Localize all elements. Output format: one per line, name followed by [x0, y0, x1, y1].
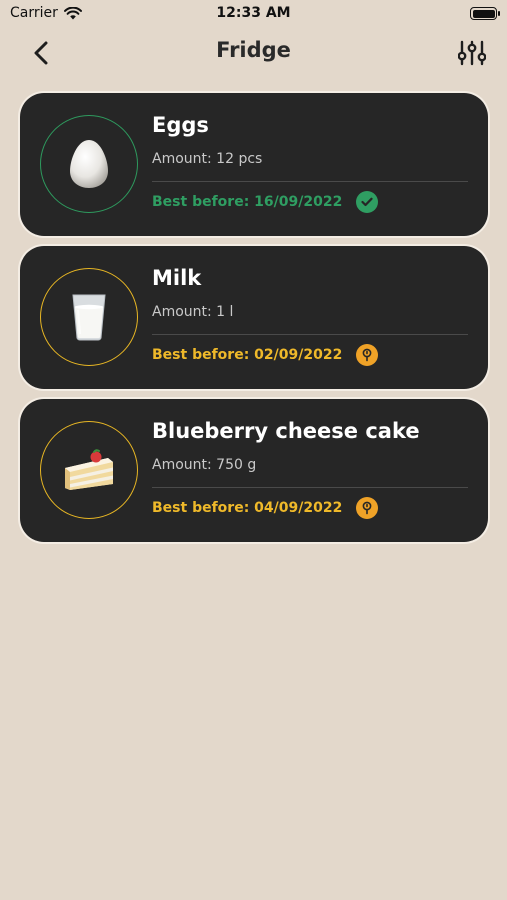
timer-icon — [356, 344, 379, 366]
item-amount: Amount: 12 pcs — [152, 151, 263, 167]
best-before-row: Best before: 02/09/2022 — [152, 344, 379, 366]
divider — [152, 334, 468, 335]
item-name: Blueberry cheese cake — [152, 419, 420, 443]
battery-icon — [470, 7, 500, 20]
fridge-item-list: Eggs Amount: 12 pcs Best before: 16/09/2… — [20, 93, 488, 552]
sliders-icon — [458, 40, 486, 66]
item-thumbnail — [40, 268, 138, 366]
best-before-label: Best before: 02/09/2022 — [152, 347, 343, 363]
best-before-row: Best before: 04/09/2022 — [152, 497, 379, 519]
fridge-item-card[interactable]: Blueberry cheese cake Amount: 750 g Best… — [20, 399, 488, 542]
checkmark-icon — [356, 191, 379, 213]
item-thumbnail — [40, 421, 138, 519]
divider — [152, 487, 468, 488]
fridge-item-card[interactable]: Eggs Amount: 12 pcs Best before: 16/09/2… — [20, 93, 488, 236]
egg-icon — [70, 140, 108, 188]
item-amount: Amount: 1 l — [152, 304, 234, 320]
status-bar: Carrier 12:33 AM — [0, 0, 507, 28]
filter-button[interactable] — [457, 38, 487, 68]
item-thumbnail — [40, 115, 138, 213]
item-amount: Amount: 750 g — [152, 457, 257, 473]
item-name: Eggs — [152, 113, 209, 137]
clock: 12:33 AM — [216, 5, 291, 21]
item-name: Milk — [152, 266, 202, 290]
nav-bar: Fridge — [0, 30, 507, 74]
timer-icon — [356, 497, 379, 519]
best-before-label: Best before: 04/09/2022 — [152, 500, 343, 516]
cake-slice-icon — [65, 449, 113, 490]
best-before-row: Best before: 16/09/2022 — [152, 191, 379, 213]
milk-glass-icon — [72, 294, 106, 341]
best-before-label: Best before: 16/09/2022 — [152, 194, 343, 210]
fridge-item-card[interactable]: Milk Amount: 1 l Best before: 02/09/2022 — [20, 246, 488, 389]
divider — [152, 181, 468, 182]
page-title: Fridge — [216, 38, 291, 62]
